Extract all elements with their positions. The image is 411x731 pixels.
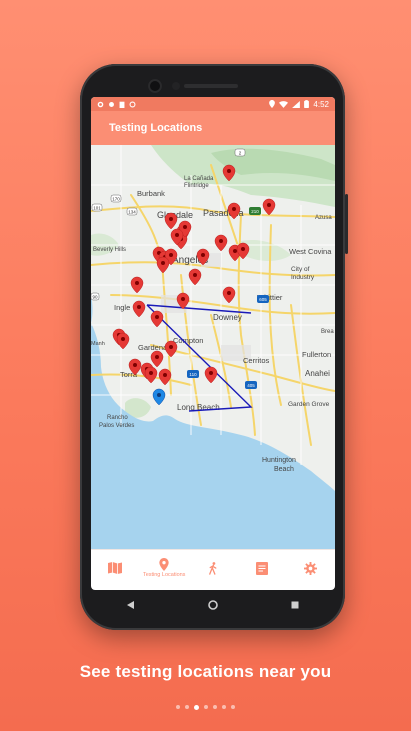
- bottom-navigation: Testing Locations: [91, 549, 335, 586]
- map-label-rancho-1: Rancho: [107, 415, 128, 421]
- gear-icon: [304, 561, 318, 575]
- circle-notification-icon: [129, 101, 136, 107]
- map-label-city-of-industry-1: City of: [291, 266, 310, 273]
- map-label-beverly-hills: Beverly Hills: [93, 247, 126, 253]
- phone-frame: 4:52 Testing Locations La Cañada Flintri…: [80, 64, 348, 630]
- map-label-manhattan-beach: Manh: [91, 341, 105, 347]
- page-dot: [231, 705, 235, 709]
- map-label-burbank: Burbank: [137, 189, 165, 198]
- bug-notification-icon: [109, 101, 114, 107]
- power-button: [345, 194, 348, 254]
- map-label-brea: Brea: [321, 329, 334, 335]
- map-view[interactable]: La Cañada Flintridge Burbank Glendale Pa…: [91, 145, 335, 549]
- page-dot: [176, 705, 180, 709]
- map-label-fullerton: Fullerton: [302, 350, 331, 359]
- nav-item-walk[interactable]: [189, 550, 238, 586]
- map-label-huntington-1: Huntington: [262, 457, 296, 464]
- nav-item-settings[interactable]: [286, 550, 335, 586]
- page-dot: [222, 705, 226, 709]
- page-dot: [185, 705, 189, 709]
- shield-170: 170: [110, 194, 122, 203]
- map-canvas[interactable]: La Cañada Flintridge Burbank Glendale Pa…: [91, 145, 335, 549]
- nav-item-documents[interactable]: [237, 550, 286, 586]
- nav-item-testing-locations[interactable]: Testing Locations: [140, 550, 189, 586]
- page-dot: [204, 705, 208, 709]
- settings-notification-icon: [97, 101, 104, 107]
- map-label-garden-grove: Garden Grove: [288, 401, 330, 408]
- map-label-la-canada: La Cañada: [184, 176, 214, 182]
- wifi-icon: [279, 100, 289, 108]
- shield-110: 110: [187, 370, 199, 378]
- map-label-anaheim: Anahei: [305, 369, 330, 378]
- shield-405-label: 405: [247, 383, 255, 388]
- shield-170-label: 170: [112, 197, 120, 202]
- page-indicator: [0, 704, 411, 710]
- map-label-azusa: Azusa: [315, 215, 332, 221]
- map-label-inglewood: Ingle: [114, 303, 130, 312]
- map-label-city-of-industry-2: Industry: [291, 274, 315, 281]
- shield-90-label: 90: [92, 295, 98, 300]
- page-dot-active: [194, 704, 199, 710]
- map-label-cerritos: Cerritos: [243, 356, 270, 365]
- front-camera: [148, 79, 162, 93]
- app-screen: 4:52 Testing Locations La Cañada Flintri…: [91, 97, 335, 590]
- shield-605-label: 605: [259, 297, 267, 302]
- walking-person-icon: [209, 561, 217, 575]
- map-label-downey: Downey: [213, 313, 242, 322]
- shield-210: 210: [249, 207, 261, 215]
- shield-134: 134: [126, 207, 138, 216]
- earpiece-speaker: [184, 84, 238, 88]
- shield-90: 90: [91, 292, 100, 301]
- status-bar: 4:52: [91, 97, 335, 111]
- map-label-compton: Compton: [173, 336, 203, 345]
- nav-item-map[interactable]: [91, 550, 140, 586]
- map-label-flintridge: Flintridge: [184, 183, 209, 189]
- location-pin-icon: [159, 558, 169, 571]
- shield-101-label: 101: [93, 206, 101, 211]
- shield-134-label: 134: [128, 210, 136, 215]
- location-status-icon: [269, 100, 276, 108]
- app-bar-title: Testing Locations: [109, 122, 203, 134]
- map-icon: [108, 562, 123, 574]
- app-bar: Testing Locations: [91, 111, 335, 145]
- battery-icon: [304, 100, 310, 108]
- shield-110-label: 110: [189, 372, 197, 377]
- status-time: 4:52: [313, 99, 329, 109]
- map-label-huntington-2: Beach: [274, 466, 294, 473]
- recents-icon[interactable]: [291, 601, 299, 609]
- document-icon: [255, 561, 268, 575]
- system-navigation-bar: [91, 590, 335, 620]
- shield-405: 405: [245, 381, 257, 389]
- proximity-sensor: [172, 82, 180, 90]
- clipboard-notification-icon: [119, 101, 125, 108]
- page-dot: [213, 705, 217, 709]
- signal-icon: [292, 100, 301, 108]
- shield-210-label: 210: [251, 209, 259, 214]
- map-label-rancho-2: Palos Verdes: [99, 423, 134, 429]
- back-icon[interactable]: [127, 601, 135, 609]
- home-icon[interactable]: [208, 600, 218, 610]
- nav-label-testing-locations: Testing Locations: [142, 572, 186, 578]
- shield-2: 2: [234, 148, 246, 157]
- map-label-west-covina: West Covina: [289, 247, 332, 256]
- map-label-gardena: Gardena: [138, 343, 168, 352]
- shield-101: 101: [91, 203, 103, 212]
- onboarding-caption: See testing locations near you: [79, 662, 332, 681]
- shield-605: 605: [257, 295, 269, 303]
